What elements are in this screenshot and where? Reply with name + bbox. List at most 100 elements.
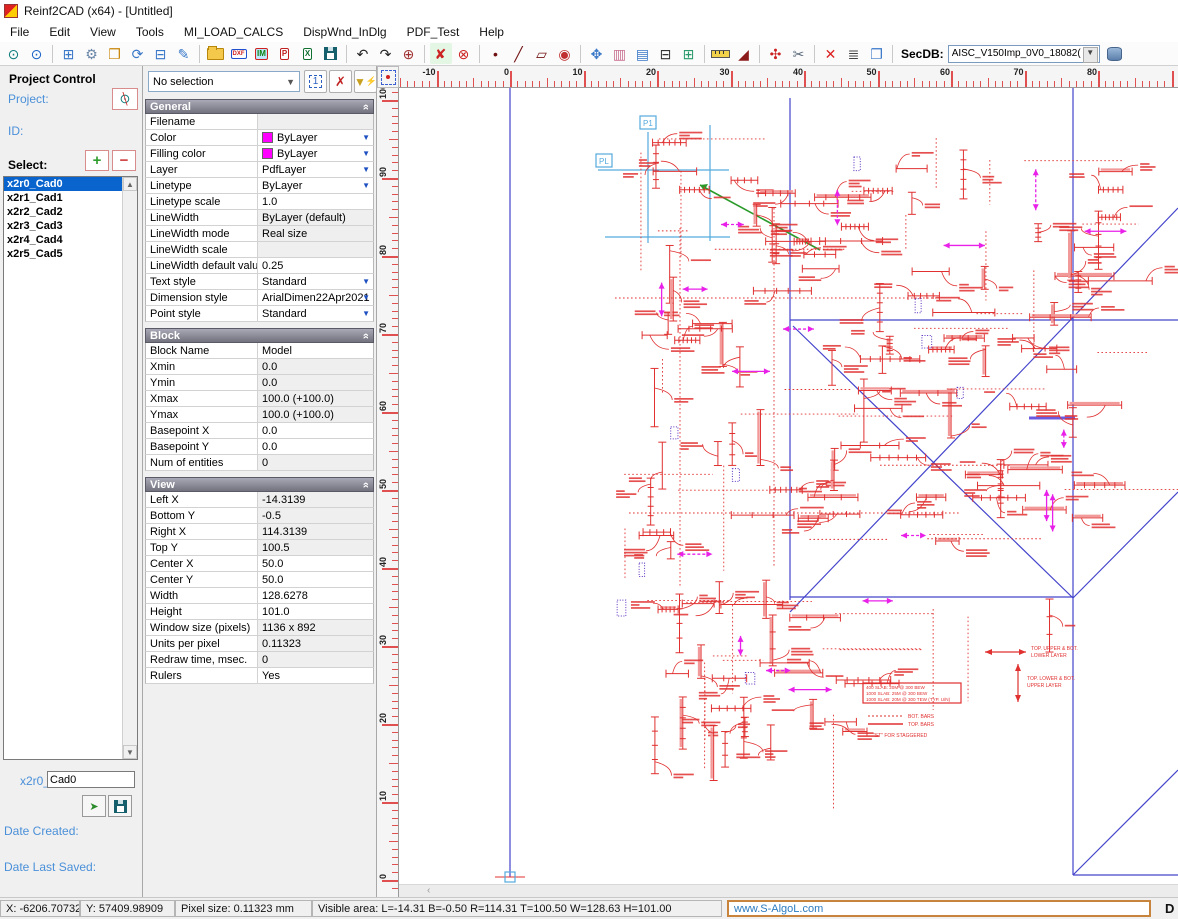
preview-cad-icon[interactable]: ⊙ [26, 43, 48, 64]
redo-icon[interactable]: ↷ [375, 43, 397, 64]
property-value[interactable]: 100.0 (+100.0) [258, 407, 373, 422]
package-icon[interactable]: ❒ [104, 43, 126, 64]
property-value[interactable]: 101.0 [258, 604, 373, 619]
cad-list-item[interactable]: x2r5_Cad5 [4, 247, 137, 261]
cad-list-item[interactable]: x2r4_Cad4 [4, 233, 137, 247]
menu-pdf_test[interactable]: PDF_Test [397, 25, 470, 39]
add-cad-button[interactable]: + [85, 150, 109, 171]
property-value[interactable]: 114.3139 [258, 524, 373, 539]
property-value[interactable]: ByLayer▼ [258, 178, 373, 193]
delete-selection-icon[interactable]: ⊗ [453, 43, 475, 64]
cad-list-item[interactable]: x2r1_Cad1 [4, 191, 137, 205]
list-scrollbar[interactable]: ▲▼ [122, 177, 137, 759]
undo-icon[interactable]: ↶ [352, 43, 374, 64]
slope-icon[interactable]: ◢ [733, 43, 755, 64]
draw-line-icon[interactable]: ╱ [508, 43, 530, 64]
property-value[interactable]: -0.5 [258, 508, 373, 523]
scroll-down-icon[interactable]: ▼ [123, 745, 137, 759]
zoom-extents-icon[interactable]: ⊕ [398, 43, 420, 64]
property-value[interactable]: 0.0 [258, 359, 373, 374]
cad-list[interactable]: x2r0_Cad0x2r1_Cad1x2r2_Cad2x2r3_Cad3x2r4… [3, 176, 138, 760]
book-window-icon[interactable]: ▤ [632, 43, 654, 64]
copy-icon[interactable]: ❐ [866, 43, 888, 64]
cad-list-item[interactable]: x2r0_Cad0 [4, 177, 137, 191]
save-project-icon[interactable]: ⊟ [150, 43, 172, 64]
property-value[interactable] [258, 114, 373, 129]
new-project-icon[interactable]: ⊞ [58, 43, 80, 64]
apply-rename-button[interactable]: ➤ [82, 795, 106, 817]
secdb-manage-button[interactable] [1104, 43, 1126, 64]
menu-view[interactable]: View [80, 25, 126, 39]
property-value[interactable]: ByLayer▼ [258, 130, 373, 145]
property-value[interactable]: Model [258, 343, 373, 358]
section-header-view[interactable]: View» [145, 477, 374, 492]
scroll-up-icon[interactable]: ▲ [123, 177, 137, 191]
save-icon[interactable] [320, 43, 342, 64]
property-value[interactable]: 0.0 [258, 375, 373, 390]
horizontal-scrollbar[interactable]: ‹ [399, 884, 1178, 897]
property-value[interactable]: 50.0 [258, 556, 373, 571]
dxf-import-icon[interactable]: DXF [228, 43, 250, 64]
filter-button[interactable]: ▼⚡ [354, 70, 377, 93]
dropdown-icon[interactable]: ▼ [362, 133, 370, 142]
property-value[interactable]: 0 [258, 455, 373, 470]
property-value[interactable]: 1.0 [258, 194, 373, 209]
property-value[interactable]: 0.25 [258, 258, 373, 273]
property-value[interactable]: 100.5 [258, 540, 373, 555]
secdb-combo[interactable]: AISC_V150Imp_0V0_18082(▼ [948, 45, 1100, 63]
image-import-icon[interactable]: IM [251, 43, 273, 64]
export-table-icon[interactable]: ⊞ [678, 43, 700, 64]
dropdown-icon[interactable]: ▼ [362, 149, 370, 158]
dropdown-icon[interactable]: ▼ [362, 277, 370, 286]
menu-dispwnd_indlg[interactable]: DispWnd_InDlg [293, 25, 396, 39]
property-value[interactable]: Yes [258, 668, 373, 683]
dropdown-icon[interactable]: ▼ [362, 165, 370, 174]
property-value[interactable]: PdfLayer▼ [258, 162, 373, 177]
property-value[interactable]: 50.0 [258, 572, 373, 587]
measure-ruler-icon[interactable] [710, 43, 732, 64]
menu-mi_load_calcs[interactable]: MI_LOAD_CALCS [174, 25, 293, 39]
drawing-canvas[interactable]: P1PLTOP. UPPER & BOT.LOWER LAYERTOP. LOW… [399, 88, 1178, 884]
property-value[interactable]: Standard▼ [258, 274, 373, 289]
status-website-link[interactable]: www.S-AlgoL.com [727, 900, 1151, 917]
edit-project-icon[interactable]: ✎ [173, 43, 195, 64]
save-cad-button[interactable] [108, 795, 132, 817]
menu-edit[interactable]: Edit [39, 25, 80, 39]
delete-all-icon[interactable]: ✕ [820, 43, 842, 64]
property-value[interactable]: 100.0 (+100.0) [258, 391, 373, 406]
property-value[interactable]: -14.3139 [258, 492, 373, 507]
cad-list-item[interactable]: x2r3_Cad3 [4, 219, 137, 233]
tools-icon[interactable]: ✂ [788, 43, 810, 64]
dropdown-icon[interactable]: ▼ [362, 181, 370, 190]
section-header-block[interactable]: Block» [145, 328, 374, 343]
refresh-project-icon[interactable]: ⟳ [127, 43, 149, 64]
collapse-icon[interactable]: » [360, 481, 372, 487]
secdb-dropdown-icon[interactable]: ▼ [1083, 47, 1098, 63]
reinf-plan-icon[interactable]: ✣ [765, 43, 787, 64]
rename-input[interactable] [47, 771, 135, 788]
cad-list-item[interactable]: x2r2_Cad2 [4, 205, 137, 219]
plan-window-icon[interactable]: ✥ [586, 43, 608, 64]
project-settings-icon[interactable]: ⚙ [81, 43, 103, 64]
clear-selection-button[interactable]: ✗ [329, 70, 352, 93]
selection-combo[interactable]: No selection ▼ [148, 71, 300, 92]
remove-cad-button[interactable]: − [112, 150, 136, 171]
menu-tools[interactable]: Tools [126, 25, 174, 39]
excel-export-icon[interactable]: X [297, 43, 319, 64]
preview-project-icon[interactable]: ⊙ [3, 43, 25, 64]
collapse-icon[interactable]: » [360, 103, 372, 109]
property-value[interactable] [258, 242, 373, 257]
section-header-general[interactable]: General» [145, 99, 374, 114]
open-icon[interactable] [205, 43, 227, 64]
property-value[interactable]: 0.0 [258, 439, 373, 454]
layer-list-icon[interactable]: ≣ [843, 43, 865, 64]
draw-point-icon[interactable]: • [485, 43, 507, 64]
delete-aux-icon[interactable]: ✘ [430, 43, 452, 64]
save-all-icon[interactable]: ⊟ [655, 43, 677, 64]
property-value[interactable]: 0.0 [258, 423, 373, 438]
show-count-button[interactable]: 1 [304, 70, 327, 93]
project-visibility-button[interactable]: ⊙⧹ [112, 88, 138, 110]
collapse-icon[interactable]: » [360, 332, 372, 338]
menu-file[interactable]: File [0, 25, 39, 39]
dropdown-icon[interactable]: ▼ [362, 293, 370, 302]
